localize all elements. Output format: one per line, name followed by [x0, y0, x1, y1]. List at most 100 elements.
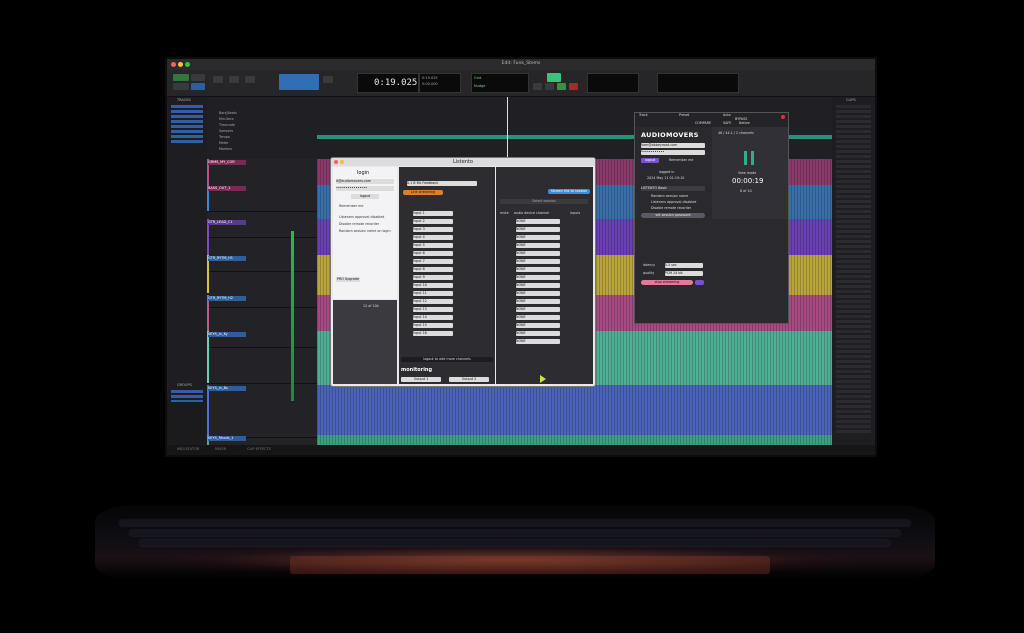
- track-name[interactable]: GTR_RYTM_H2: [208, 296, 246, 301]
- am-option-random-name[interactable]: Random session name: [651, 194, 688, 199]
- input-row[interactable]: Input 15: [413, 323, 453, 328]
- input-row[interactable]: Input 5: [413, 243, 453, 248]
- logout-more-channels-button[interactable]: logout to add more channels: [401, 357, 493, 362]
- option-random-session[interactable]: Random session name on login: [339, 229, 391, 234]
- track-name[interactable]: KEYS_Jn_Ky: [208, 332, 246, 337]
- playhead[interactable]: [507, 97, 508, 159]
- memory-location-panel[interactable]: [657, 73, 739, 93]
- minimize-window-button[interactable]: [178, 62, 183, 67]
- option-listeners-approval[interactable]: Listeners approval disabled: [339, 215, 384, 220]
- listento-close-button[interactable]: [334, 160, 338, 164]
- link-streaming-button[interactable]: Link streaming: [403, 190, 443, 195]
- device-channel-select[interactable]: NONE: [516, 243, 560, 248]
- input-row[interactable]: Input 8: [413, 267, 453, 272]
- input-row[interactable]: Input 13: [413, 307, 453, 312]
- am-remember-me[interactable]: Remember me: [669, 158, 693, 163]
- tempo-meter-panel[interactable]: [587, 73, 639, 93]
- output-left-select[interactable]: Output 1: [401, 377, 441, 382]
- device-channel-select[interactable]: NONE: [516, 291, 560, 296]
- zoom-window-button[interactable]: [185, 62, 190, 67]
- device-channel-select[interactable]: NONE: [516, 307, 560, 312]
- track-name[interactable]: DRMS_MY_COR: [208, 160, 246, 165]
- login-password-field[interactable]: ••••••••••••••••: [336, 186, 394, 191]
- am-option-disable-recorder[interactable]: Disable remote recorder: [651, 206, 691, 211]
- device-channel-select[interactable]: NONE: [516, 259, 560, 264]
- device-channel-select[interactable]: NONE: [516, 315, 560, 320]
- pencil-tool-button[interactable]: [323, 76, 333, 83]
- input-row[interactable]: Input 3: [413, 227, 453, 232]
- main-counter[interactable]: 0:19.025: [357, 73, 419, 93]
- track-header[interactable]: KEYS_Jn_Bs: [207, 385, 317, 438]
- native-button[interactable]: Native: [739, 121, 750, 126]
- sub-counter[interactable]: 0:19.025 0:00.000: [419, 73, 461, 93]
- am-password-field[interactable]: ••••••••••••: [641, 150, 705, 155]
- stop-streaming-button[interactable]: stop streaming: [641, 280, 693, 285]
- quality-select[interactable]: PCM 24 bit: [665, 271, 703, 276]
- option-disable-recorder[interactable]: Disable remote recorder: [339, 222, 379, 227]
- slip-mode-button[interactable]: [191, 74, 205, 81]
- preset-tab[interactable]: Preset: [679, 113, 689, 118]
- set-session-password-button[interactable]: set session password: [641, 213, 705, 218]
- device-channel-select[interactable]: NONE: [516, 339, 560, 344]
- play-button[interactable]: [557, 83, 566, 90]
- compare-button[interactable]: COMPARE: [695, 121, 711, 126]
- am-option-listeners-approval[interactable]: Listeners approval disabled: [651, 200, 696, 205]
- track-header[interactable]: KEYS_Jn_Ky: [207, 331, 317, 384]
- close-window-button[interactable]: [171, 62, 176, 67]
- tab-mixer[interactable]: MIXER: [215, 447, 226, 451]
- device-channel-select[interactable]: NONE: [516, 251, 560, 256]
- track-name[interactable]: GTR_LEAD_C1: [208, 220, 246, 225]
- auto-tab[interactable]: Auto: [723, 113, 731, 118]
- device-channel-select[interactable]: NONE: [516, 235, 560, 240]
- device-channel-select[interactable]: NONE: [516, 227, 560, 232]
- loop-button[interactable]: [547, 73, 561, 82]
- pro-upgrade-button[interactable]: PRO Upgrade: [336, 277, 360, 282]
- am-plan-select[interactable]: LISTENTO Basic: [641, 186, 705, 191]
- grid-nudge-panel[interactable]: Grid Nudge: [471, 73, 529, 93]
- clips-list-rows[interactable]: [836, 105, 871, 435]
- tab-midi-editor[interactable]: MIDI EDITOR: [177, 447, 199, 451]
- stop-button[interactable]: [545, 83, 554, 90]
- select-session-field[interactable]: Select session: [500, 199, 588, 204]
- smart-tool-button[interactable]: [279, 74, 319, 90]
- play-icon[interactable]: [540, 375, 546, 383]
- input-row[interactable]: Input 6: [413, 251, 453, 256]
- device-channel-select[interactable]: NONE: [516, 219, 560, 224]
- input-row[interactable]: Input 14: [413, 315, 453, 320]
- bitrate-select[interactable]: 0.1 B Mk Feedback: [407, 181, 477, 186]
- close-icon[interactable]: [781, 115, 785, 119]
- input-row[interactable]: Input 7: [413, 259, 453, 264]
- latency-select[interactable]: 0.5 sec: [665, 263, 703, 268]
- track-name[interactable]: BASS_OUT_1: [208, 186, 246, 191]
- zoom-tool-button[interactable]: [213, 76, 223, 83]
- output-right-select[interactable]: Output 2: [449, 377, 489, 382]
- device-channel-select[interactable]: NONE: [516, 275, 560, 280]
- track-name[interactable]: KEYS_Rhods_1: [208, 436, 246, 441]
- remember-me-toggle[interactable]: Remember me: [339, 204, 363, 209]
- input-row[interactable]: Input 2: [413, 219, 453, 224]
- trim-tool-button[interactable]: [229, 76, 239, 83]
- record-button[interactable]: [569, 83, 578, 90]
- tab-clip-effects[interactable]: CLIP EFFECTS: [247, 447, 271, 451]
- am-logout-button[interactable]: logout: [641, 158, 659, 163]
- login-email-field[interactable]: lt@audiomovers.com: [336, 179, 394, 184]
- logout-button[interactable]: logout: [351, 194, 379, 199]
- input-row[interactable]: Input 1: [413, 211, 453, 216]
- input-row[interactable]: Input 4: [413, 235, 453, 240]
- am-email-field[interactable]: ham@abbeyroad.com: [641, 143, 705, 148]
- grid-mode-button[interactable]: [173, 83, 189, 90]
- select-tool-button[interactable]: [245, 76, 255, 83]
- device-channel-select[interactable]: NONE: [516, 267, 560, 272]
- stream-link-button[interactable]: Stream link to session: [548, 189, 590, 194]
- pause-icon[interactable]: [744, 151, 754, 165]
- track-tab[interactable]: Track: [639, 113, 648, 118]
- spot-mode-button[interactable]: [191, 83, 205, 90]
- input-row[interactable]: Input 10: [413, 283, 453, 288]
- input-row[interactable]: Input 16: [413, 331, 453, 336]
- shuffle-mode-button[interactable]: [173, 74, 189, 81]
- device-channel-select[interactable]: NONE: [516, 283, 560, 288]
- track-name[interactable]: GTR_RYTM_H1: [208, 256, 246, 261]
- track-name[interactable]: KEYS_Jn_Bs: [208, 386, 246, 391]
- device-channel-select[interactable]: NONE: [516, 331, 560, 336]
- listento-minimize-button[interactable]: [340, 160, 344, 164]
